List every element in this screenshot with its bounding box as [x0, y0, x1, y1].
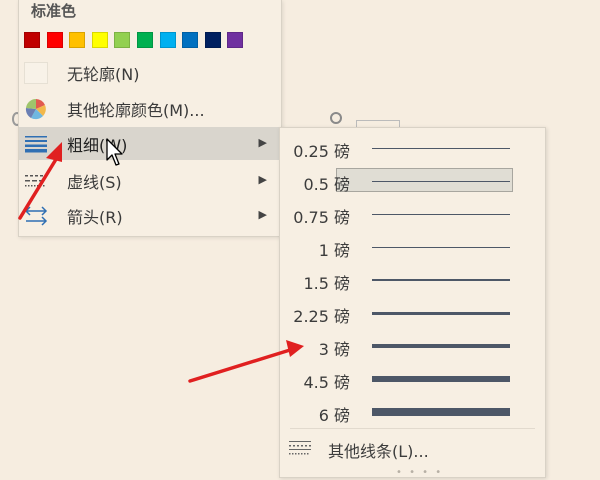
- weight-option[interactable]: 4.5 磅: [280, 362, 545, 395]
- line-pattern-icon: [288, 439, 312, 457]
- resize-grip[interactable]: • • • •: [396, 467, 443, 478]
- weight-option[interactable]: 6 磅: [280, 395, 545, 428]
- other-lines-label: 其他线条(L)...: [328, 442, 429, 461]
- menu-item-no-outline[interactable]: 无轮廓(N): [19, 56, 281, 89]
- weight-label: 0.75 磅: [293, 208, 350, 227]
- submenu-arrow-icon: ▶: [258, 136, 267, 149]
- menu-item-more-outline-colors[interactable]: 其他轮廓颜色(M)...: [19, 92, 281, 125]
- weight-option[interactable]: 0.5 磅: [280, 164, 545, 197]
- weight-label: 0.25 磅: [293, 142, 350, 161]
- separator: [290, 428, 535, 429]
- weight-label: 0.5 磅: [303, 175, 350, 194]
- menu-item-arrows[interactable]: 箭头(R) ▶: [19, 199, 281, 232]
- weight-option[interactable]: 3 磅: [280, 329, 545, 362]
- weight-option[interactable]: 2.25 磅: [280, 296, 545, 329]
- weight-line-sample: [372, 246, 510, 248]
- color-swatch[interactable]: [227, 32, 244, 48]
- weight-line-sample: [372, 279, 510, 281]
- color-swatch[interactable]: [114, 32, 131, 48]
- menu-item-label: 其他轮廓颜色(M)...: [67, 100, 205, 120]
- menu-item-label: 箭头(R): [67, 207, 123, 227]
- color-swatch[interactable]: [46, 32, 63, 48]
- color-swatch[interactable]: [204, 32, 221, 48]
- standard-colors-title: 标准色: [31, 2, 77, 20]
- color-swatch[interactable]: [91, 32, 108, 48]
- weight-line-sample: [372, 147, 510, 149]
- weight-label: 1.5 磅: [303, 274, 350, 293]
- weight-label: 2.25 磅: [293, 307, 350, 326]
- dash-line-icon: [23, 170, 49, 192]
- weight-option[interactable]: 0.25 磅: [280, 131, 545, 164]
- color-swatch[interactable]: [159, 32, 176, 48]
- weight-label: 1 磅: [318, 241, 350, 260]
- weight-line-sample: [372, 213, 510, 215]
- color-swatch[interactable]: [136, 32, 153, 48]
- resize-handle-right[interactable]: [330, 112, 342, 124]
- weight-label: 6 磅: [318, 406, 350, 425]
- weight-line-sample: [372, 180, 510, 182]
- mouse-cursor-icon: [106, 138, 126, 172]
- weight-option[interactable]: 0.75 磅: [280, 197, 545, 230]
- annotation-arrow-2: [188, 348, 292, 383]
- outline-menu: 标准色 无轮廓(N) 其他轮廓颜色(M)... 粗细(W) ▶ 虚线(S) ▶ …: [18, 0, 282, 237]
- weight-line-sample: [372, 376, 510, 382]
- weight-option[interactable]: 1.5 磅: [280, 263, 545, 296]
- line-weight-icon: [23, 133, 49, 155]
- menu-item-other-lines[interactable]: 其他线条(L)...: [280, 431, 545, 464]
- weight-line-sample: [372, 344, 510, 348]
- weight-line-sample: [372, 408, 510, 416]
- weight-label: 3 磅: [318, 340, 350, 359]
- weight-label: 4.5 磅: [303, 373, 350, 392]
- color-swatches: [24, 32, 250, 48]
- color-swatch[interactable]: [24, 32, 40, 48]
- weight-option[interactable]: 1 磅: [280, 230, 545, 263]
- color-palette-icon: [23, 98, 49, 120]
- color-swatch[interactable]: [69, 32, 86, 48]
- weight-line-sample: [372, 311, 510, 315]
- no-outline-icon: [23, 62, 49, 84]
- submenu-arrow-icon: ▶: [258, 173, 267, 186]
- arrows-icon: [23, 205, 49, 227]
- menu-item-label: 虚线(S): [67, 172, 122, 192]
- submenu-arrow-icon: ▶: [258, 208, 267, 221]
- menu-item-weight[interactable]: 粗细(W) ▶: [19, 127, 281, 160]
- color-swatch[interactable]: [182, 32, 199, 48]
- menu-item-label: 无轮廓(N): [67, 64, 140, 84]
- menu-item-dash[interactable]: 虚线(S) ▶: [19, 164, 281, 197]
- weight-submenu: 0.25 磅 0.5 磅 0.75 磅 1 磅 1.5 磅 2.25 磅 3 磅 4.5 磅 6…: [279, 127, 546, 478]
